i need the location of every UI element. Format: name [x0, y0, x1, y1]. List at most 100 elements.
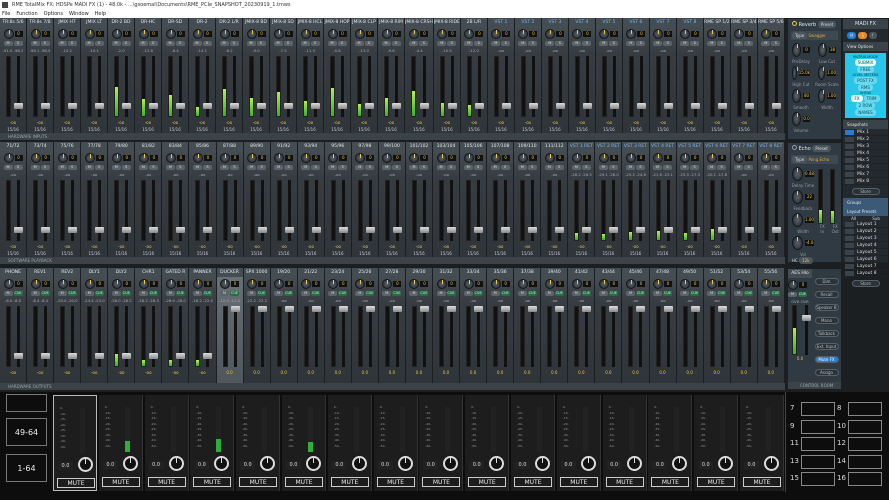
volume-fader[interactable] [338, 306, 348, 367]
output-strip[interactable]: 0- -10- -15- -20- -25- -30- -40- -50- 0.0 MUTE [694, 395, 739, 491]
channel-name[interactable]: CHR1 [135, 268, 162, 277]
channel-name[interactable]: 51/52 [703, 268, 730, 277]
pan-knob[interactable] [734, 152, 745, 163]
channel-strip[interactable]: JMIX-8 CRSH 0 MS -4.4 -oo 15/16 [405, 18, 434, 140]
pan-knob[interactable] [192, 152, 203, 163]
volume-fader[interactable] [149, 180, 159, 241]
volume-fader[interactable] [365, 56, 374, 117]
slot-box[interactable] [801, 419, 835, 434]
channel-strip[interactable]: 33/34 0 M CUE -oo 0.0 [460, 268, 488, 390]
channel-name[interactable]: DR-HC [135, 18, 161, 27]
channel-name[interactable]: VST 8 RET [757, 142, 784, 151]
width-knob[interactable] [792, 213, 803, 227]
volume-fader[interactable] [474, 306, 484, 367]
channel-strip[interactable]: PHONE 0 M CUE -6.0 -6.0 -oo [0, 268, 28, 390]
pan-knob[interactable] [274, 278, 285, 289]
channel-name[interactable]: 47/48 [649, 268, 676, 277]
pan-knob[interactable] [84, 28, 95, 39]
pan-knob[interactable] [328, 278, 339, 289]
channel-name[interactable]: VST 3 RET [622, 142, 649, 151]
output-knob[interactable] [122, 456, 138, 471]
cue-button[interactable]: CUE [771, 291, 781, 296]
volume-fader[interactable] [501, 306, 511, 367]
pan-knob[interactable] [84, 152, 95, 163]
mute-button[interactable]: M [734, 41, 744, 46]
channel-name[interactable]: 103/104 [433, 142, 460, 151]
channel-name[interactable]: 37/38 [514, 268, 541, 277]
control-room-fader[interactable] [802, 305, 811, 355]
routing-label[interactable]: 15/16 [88, 250, 100, 257]
channel-strip[interactable]: JMIX-8 HOP 0 MS -5.8 -oo 15/16 [324, 18, 351, 140]
volume-fader[interactable] [663, 306, 673, 367]
pan-knob[interactable] [545, 28, 556, 39]
channel-name[interactable]: 79/80 [108, 142, 135, 151]
solo-button[interactable]: S [555, 41, 565, 46]
mute-button[interactable]: MUTE [285, 477, 323, 487]
channel-strip[interactable]: 81/82 0 MS -oo -oo 15/16 [135, 142, 163, 264]
output-knob[interactable] [626, 456, 642, 471]
routing-label[interactable]: 15/16 [657, 250, 669, 257]
channel-name[interactable]: VST 7 RET [730, 142, 757, 151]
mute-button[interactable]: M [436, 165, 446, 170]
channel-name[interactable]: JMIX LT [81, 18, 107, 27]
channel-name[interactable]: 19/20 [270, 268, 297, 277]
volume-fader[interactable] [311, 180, 321, 241]
output-knob[interactable] [168, 456, 184, 471]
trim-button[interactable]: TRIM [863, 95, 880, 102]
cue-button[interactable]: CUE [500, 291, 510, 296]
output-strip[interactable]: 0- -10- -15- -20- -25- -30- -40- -50- 0.0 MUTE [511, 395, 555, 491]
mute-button[interactable]: M [544, 165, 554, 170]
output-strip[interactable]: 0- -10- -15- -20- -25- -30- -40- -50- 0.0 MUTE [740, 395, 784, 491]
slot-box[interactable] [801, 437, 835, 451]
channel-strip[interactable]: JMIX-8 BD 0 MS -9.0 -oo 15/16 [243, 18, 270, 140]
channel-name[interactable]: TR:8s 7/8 [27, 18, 53, 27]
routing-label[interactable]: 15/16 [61, 126, 73, 133]
pan-knob[interactable] [409, 278, 420, 289]
layout-presets-header[interactable]: Layout Presets [843, 207, 888, 216]
fx-button[interactable]: FX [851, 95, 863, 102]
mute-button[interactable]: M [382, 291, 392, 296]
cue-button[interactable]: CUE [148, 291, 158, 296]
solo-button[interactable]: S [67, 41, 77, 46]
pan-knob[interactable] [381, 28, 392, 39]
routing-label[interactable]: 15/16 [142, 126, 154, 133]
mute-button[interactable]: MUTE [605, 477, 644, 487]
cue-button[interactable]: CUE [338, 291, 348, 296]
volume-fader[interactable] [582, 56, 592, 117]
volume-fader[interactable] [771, 56, 781, 117]
channel-strip[interactable]: VST 4 RET 0 MS -21.6 -23.1 -oo 15/16 [649, 142, 677, 264]
pan-knob[interactable] [707, 152, 718, 163]
channel-name[interactable]: VST 4 [568, 18, 595, 27]
channel-strip[interactable]: VST 2 0 MS -oo -oo 15/16 [514, 18, 542, 140]
mute-button[interactable]: M [653, 165, 663, 170]
channel-strip[interactable]: 39/40 0 M CUE -oo 0.0 [541, 268, 569, 390]
routing-label[interactable]: 15/16 [494, 250, 506, 257]
routing-label[interactable]: 15/16 [521, 250, 533, 257]
mute-button[interactable]: M [30, 165, 40, 170]
channel-strip[interactable]: 47/48 0 M CUE -oo 0.0 [649, 268, 677, 390]
channel-name[interactable]: VST 2 [514, 18, 541, 27]
channel-name[interactable]: PHONE [0, 268, 27, 277]
volume-fader[interactable] [338, 180, 348, 241]
channel-strip[interactable]: 75/76 0 MS -oo -oo 15/16 [54, 142, 82, 264]
bank-button[interactable]: 49-64 [6, 418, 47, 446]
reverb-preset-button[interactable]: Preset [817, 21, 837, 28]
routing-label[interactable]: 15/16 [196, 126, 208, 133]
channel-name[interactable]: 101/102 [405, 142, 432, 151]
volume-fader[interactable] [771, 180, 781, 241]
solo-button[interactable]: S [365, 165, 375, 170]
volume-fader[interactable] [41, 180, 51, 241]
volume-fader[interactable] [41, 56, 50, 117]
channel-name[interactable]: JMIX-8 SD [270, 18, 296, 27]
channel-strip[interactable]: VST 5 0 MS -oo -oo 15/16 [595, 18, 623, 140]
cue-button[interactable]: CUE [473, 291, 483, 296]
channel-strip[interactable]: VST 2 RET 0 MS -29.1 -28.0 -oo 15/16 [595, 142, 623, 264]
device-select[interactable]: MADI FX [843, 19, 888, 29]
mute-button[interactable]: M [625, 291, 635, 296]
solo-button[interactable]: S [94, 41, 104, 46]
channel-strip[interactable]: 99/100 0 MS -oo -oo 15/16 [378, 142, 406, 264]
volume-fader[interactable] [14, 180, 24, 241]
solo-button[interactable]: S [527, 165, 537, 170]
volume-fader[interactable] [419, 180, 429, 241]
pan-knob[interactable] [382, 152, 393, 163]
